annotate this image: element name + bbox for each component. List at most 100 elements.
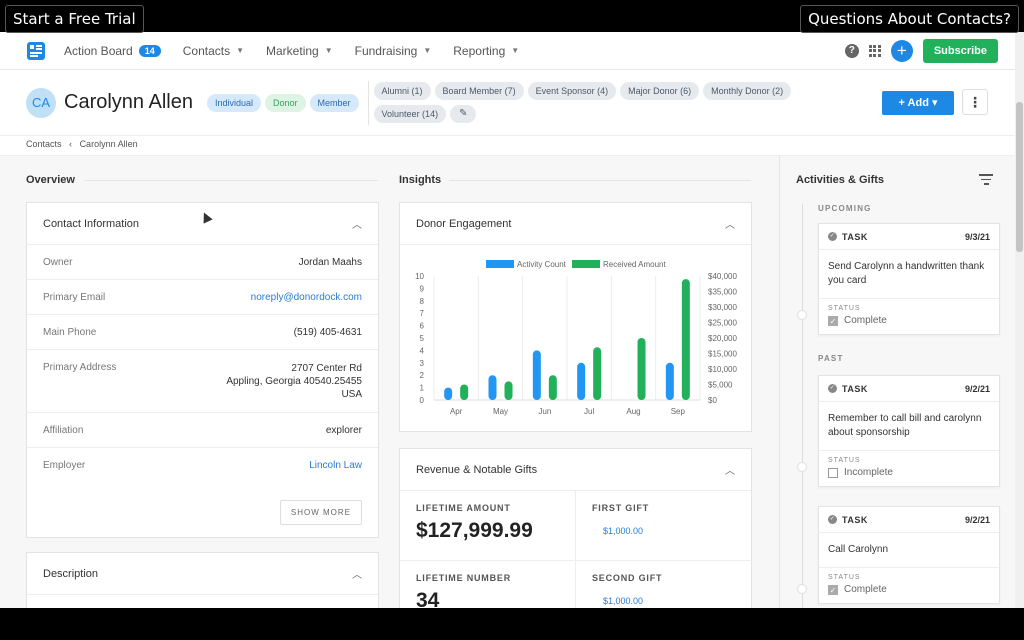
left-tick-label: 7: [420, 309, 425, 318]
x-tick-label: Aug: [626, 407, 640, 416]
page-scrollbar[interactable]: [1015, 32, 1024, 608]
second-gift-link[interactable]: $1,000.00: [603, 596, 736, 606]
donordock-logo-icon[interactable]: [26, 41, 46, 61]
group-tag-monthly-donor[interactable]: Monthly Donor (2): [703, 82, 792, 100]
questions-about-contacts-label[interactable]: Questions About Contacts?: [800, 5, 1019, 33]
type-tag-donor[interactable]: Donor: [265, 93, 306, 112]
timeline-dot: [797, 310, 807, 320]
chevron-up-icon[interactable]: ︿: [725, 216, 735, 231]
group-tag-board-member[interactable]: Board Member (7): [434, 82, 524, 100]
status-checkbox[interactable]: ✓: [828, 315, 838, 326]
nav-reporting[interactable]: Reporting ▼: [453, 44, 519, 58]
status-checkbox[interactable]: ✓: [828, 584, 838, 595]
start-free-trial-label[interactable]: Start a Free Trial: [5, 5, 144, 33]
revenue-grid: LIFETIME AMOUNT $127,999.99 FIRST GIFT $…: [400, 491, 752, 608]
donor-engagement-header[interactable]: Donor Engagement ︿: [400, 203, 751, 245]
right-tick-label: $15,000: [708, 350, 737, 359]
group-tag-alumni[interactable]: Alumni (1): [373, 82, 431, 100]
info-row-affiliation: Affiliation explorer: [27, 413, 378, 448]
more-options-icon[interactable]: ⋮: [962, 89, 988, 115]
left-tick-label: 2: [420, 371, 425, 380]
activity-date: 9/3/21: [964, 231, 990, 242]
nav-contacts[interactable]: Contacts ▼: [183, 44, 244, 58]
task-check-icon: ✓: [828, 232, 837, 241]
lifetime-number-value: 34: [416, 589, 440, 608]
email-link[interactable]: noreply@donordock.com: [251, 291, 362, 304]
right-tick-label: $5,000: [708, 381, 733, 390]
info-row-email: Primary Email noreply@donordock.com: [27, 280, 378, 315]
group-tags: Alumni (1) Board Member (7) Event Sponso…: [373, 82, 804, 123]
description-header[interactable]: Description ︿: [27, 553, 378, 595]
chart-grid: [433, 276, 701, 401]
info-row-address: Primary Address 2707 Center Rd Appling, …: [27, 350, 378, 413]
chevron-up-icon[interactable]: ︿: [352, 216, 362, 231]
info-row-phone: Main Phone (519) 405-4631: [27, 315, 378, 350]
legend-swatch-received: [572, 260, 600, 268]
filter-icon[interactable]: [979, 174, 993, 188]
chevron-down-icon: ▼: [423, 46, 432, 55]
scrollbar-thumb[interactable]: [1016, 102, 1023, 252]
bar-received-amount: [504, 381, 513, 400]
upcoming-label: UPCOMING: [818, 204, 872, 213]
x-tick-label: May: [493, 407, 508, 416]
timeline-line: [802, 204, 803, 608]
apps-grid-icon[interactable]: [868, 44, 881, 57]
task-check-icon: ✓: [828, 384, 837, 393]
bar-activity-count: [577, 362, 586, 400]
edit-tags-pencil-icon[interactable]: ✎: [450, 105, 477, 123]
left-tick-label: 4: [420, 346, 425, 355]
revenue-header[interactable]: Revenue & Notable Gifts ︿: [400, 449, 751, 491]
group-tag-major-donor[interactable]: Major Donor (6): [620, 82, 700, 100]
status-checkbox[interactable]: [828, 467, 838, 478]
main-content: Overview Insights Contact Information ︿ …: [0, 156, 1015, 608]
employer-link[interactable]: Lincoln Law: [309, 459, 362, 472]
bar-activity-count: [488, 375, 497, 400]
breadcrumb-contacts-link[interactable]: Contacts: [26, 139, 62, 149]
left-tick-label: 10: [415, 272, 424, 281]
timeline-dot: [797, 584, 807, 594]
type-tag-individual[interactable]: Individual: [206, 93, 261, 112]
x-tick-label: Sep: [671, 407, 686, 416]
info-row-employer: Employer Lincoln Law: [43, 459, 362, 472]
app-window: Action Board 14 Contacts ▼ Marketing ▼ Fun…: [0, 32, 1024, 608]
activity-card[interactable]: ✓ TASK 9/2/21 Call Carolynn STATUS ✓ Compl…: [818, 506, 1000, 604]
avatar: CA: [26, 87, 56, 118]
subscribe-button[interactable]: Subscribe: [922, 38, 998, 63]
top-nav: Action Board 14 Contacts ▼ Marketing ▼ Fun…: [0, 32, 1024, 70]
chevron-up-icon[interactable]: ︿: [725, 462, 735, 477]
contact-information-header[interactable]: Contact Information ︿: [27, 203, 378, 245]
add-button[interactable]: + Add ▾: [882, 91, 954, 115]
help-icon[interactable]: ?: [844, 43, 859, 58]
bar-received-amount: [548, 375, 557, 400]
type-tag-member[interactable]: Member: [309, 93, 359, 112]
nav-marketing[interactable]: Marketing ▼: [266, 44, 333, 58]
chevron-down-icon: ▼: [324, 46, 333, 55]
first-gift-link[interactable]: $1,000.00: [603, 526, 736, 536]
chevron-up-icon[interactable]: ︿: [352, 566, 362, 581]
group-tag-volunteer[interactable]: Volunteer (14): [373, 105, 447, 123]
chevron-down-icon: ▼: [236, 46, 245, 55]
activity-text: Send Carolynn a handwritten thank you ca…: [819, 250, 999, 299]
lifetime-amount-cell: LIFETIME AMOUNT $127,999.99: [400, 491, 576, 561]
overview-title: Overview: [26, 174, 75, 186]
divider: [367, 80, 369, 125]
nav-fundraising[interactable]: Fundraising ▼: [355, 44, 432, 58]
activity-card[interactable]: ✓ TASK 9/2/21 Remember to call bill and c…: [818, 375, 1000, 487]
legend-swatch-activity: [486, 260, 514, 268]
left-tick-label: 9: [420, 284, 425, 293]
show-more-button[interactable]: SHOW MORE: [279, 500, 362, 525]
left-tick-label: 0: [420, 396, 425, 405]
quick-add-button[interactable]: +: [890, 39, 913, 62]
left-tick-label: 6: [420, 322, 425, 331]
chart-x-axis: Apr May Jun Jul Aug Sep: [450, 407, 686, 416]
chevron-left-icon: ‹: [69, 139, 73, 149]
activity-card[interactable]: ✓ TASK 9/3/21 Send Carolynn a handwritten…: [818, 223, 1000, 335]
left-tick-label: 3: [420, 359, 425, 368]
description-card: Description ︿: [26, 552, 379, 608]
activities-sidebar: Activities & Gifts UPCOMING ✓ TASK 9/3/21…: [779, 156, 1015, 608]
legend-label-received: Received Amount: [603, 260, 666, 269]
bar-received-amount: [460, 384, 469, 400]
nav-action-board[interactable]: Action Board 14: [64, 44, 161, 58]
insights-title: Insights: [399, 174, 442, 186]
group-tag-event-sponsor[interactable]: Event Sponsor (4): [527, 82, 617, 100]
